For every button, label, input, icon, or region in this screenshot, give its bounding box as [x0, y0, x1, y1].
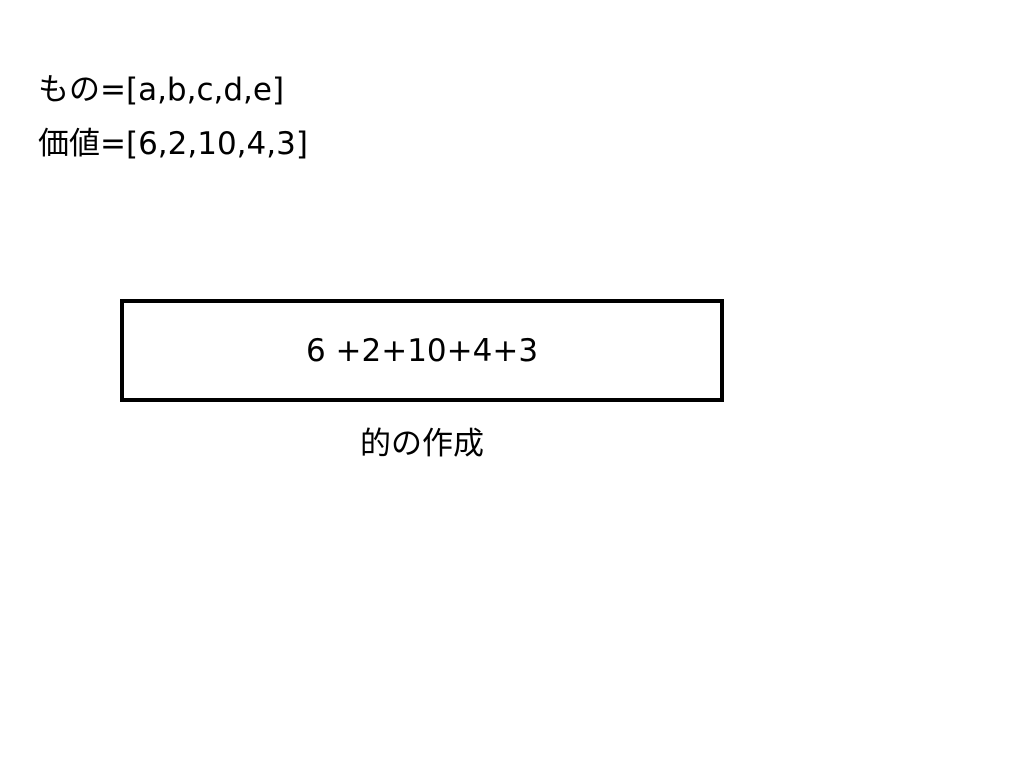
objective-box: 6 +2+10+4+3	[120, 299, 724, 402]
objective-expression: 6 +2+10+4+3	[305, 332, 539, 369]
items-list-text: もの=[a,b,c,d,e]	[38, 72, 285, 108]
objective-caption: 的の作成	[360, 426, 484, 462]
values-list-text: 価値=[6,2,10,4,3]	[38, 126, 308, 162]
